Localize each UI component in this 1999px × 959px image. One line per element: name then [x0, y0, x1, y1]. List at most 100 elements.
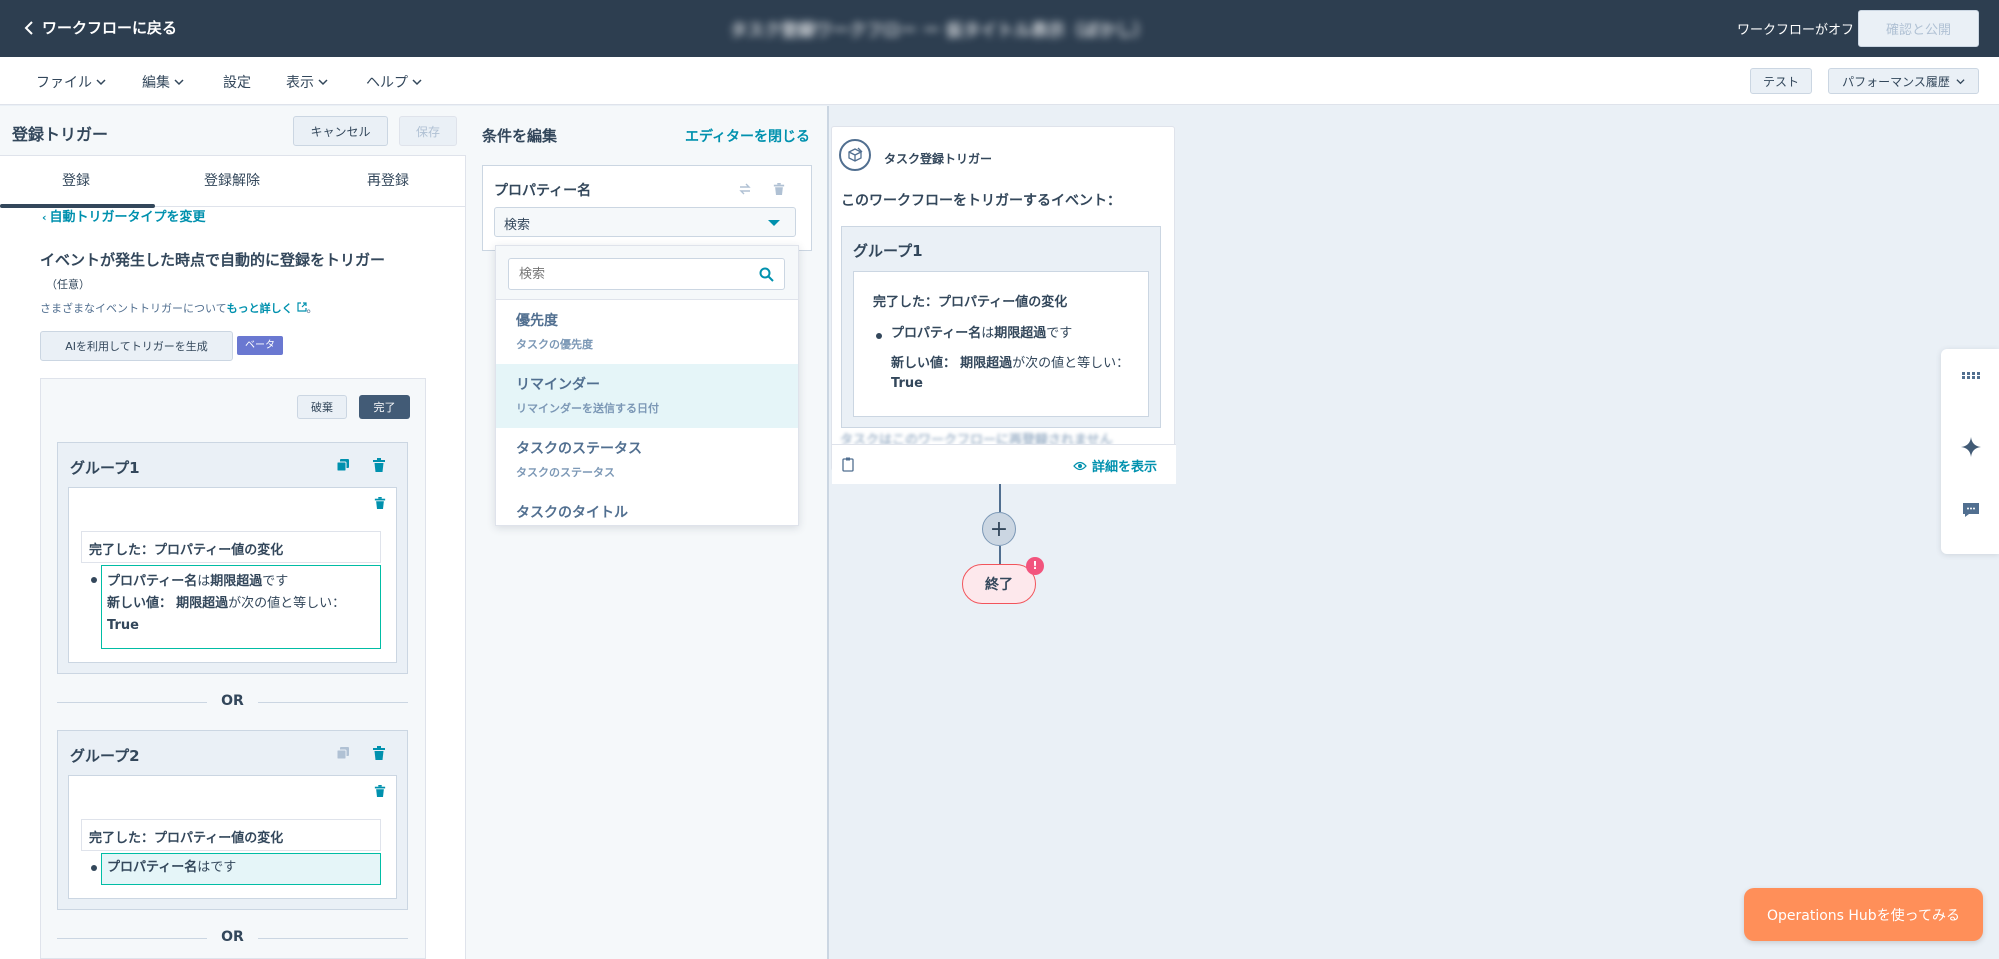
menu-edit[interactable]: 編集 — [142, 72, 184, 92]
plus-icon: + — [989, 516, 1009, 542]
desu-word: です — [1046, 326, 1073, 341]
workflow-status: ワークフローがオフ — [1737, 23, 1855, 38]
view-details-label: 詳細を表示 — [1092, 460, 1158, 475]
dropdown-search-input[interactable] — [508, 258, 785, 290]
trash-icon[interactable] — [773, 182, 785, 196]
trash-icon[interactable] — [374, 496, 386, 510]
condition-detail[interactable]: プロパティー名は期限超過です 新しい値： 期限超過が次の値と等しい： True — [101, 565, 381, 649]
connector-line — [999, 546, 1001, 564]
property-name: プロパティー名 — [107, 860, 198, 875]
bool-value: True — [107, 618, 139, 633]
condition-rest: はです — [197, 860, 237, 875]
back-label: ワークフローに戻る — [42, 19, 178, 37]
swap-icon[interactable] — [738, 182, 752, 196]
dropdown-option[interactable]: タスクのステータス タスクのステータス — [496, 428, 798, 492]
back-to-workflows-link[interactable]: ワークフローに戻る — [22, 17, 177, 38]
review-and-publish-button[interactable]: 確認と公開 — [1858, 10, 1979, 47]
chat-icon[interactable] — [1961, 500, 1981, 520]
generate-trigger-with-ai-button[interactable]: AIを利用してトリガーを生成 — [40, 331, 233, 361]
performance-history-button[interactable]: パフォーマンス履歴 — [1828, 68, 1979, 94]
property-name: プロパティー名 — [107, 574, 198, 589]
or-separator: OR — [57, 928, 408, 948]
property-label: プロパティー名 — [494, 183, 592, 199]
menu-file[interactable]: ファイル — [36, 72, 106, 92]
operations-hub-promo-button[interactable]: Operations Hubを使ってみる — [1744, 888, 1983, 941]
cancel-button[interactable]: キャンセル — [293, 116, 388, 146]
workflow-canvas: タスク登録トリガー このワークフローをトリガーするイベント： グループ1 完了し… — [831, 106, 1999, 959]
beta-badge: ベータ — [237, 336, 283, 355]
chevron-down-icon — [96, 79, 106, 86]
option-title: タスクのタイトル — [516, 505, 628, 521]
condition-title[interactable]: 完了した：プロパティー値の変化 — [81, 819, 381, 851]
test-button[interactable]: テスト — [1750, 68, 1813, 94]
menu-file-label: ファイル — [36, 75, 92, 91]
learn-more-link-label: もっと詳しく — [226, 302, 293, 315]
property-select-value: 検索 — [504, 218, 531, 233]
connector-line — [999, 484, 1001, 512]
dropdown-search-wrap — [496, 246, 798, 300]
property-value: 期限超過 — [994, 326, 1047, 341]
right-side-rail — [1941, 349, 1999, 554]
property-name: プロパティー名 — [891, 326, 982, 341]
chevron-down-icon — [1956, 78, 1965, 84]
trigger-group-1: グループ1 完了した：プロパティー値の変化 プロパティー名は期限超過です 新しい… — [57, 442, 408, 674]
copy-icon[interactable] — [336, 746, 350, 760]
enrollment-trigger-panel: 登録トリガー キャンセル 保存 登録 登録解除 再登録 ‹ 自動トリガータイプを変… — [0, 106, 466, 959]
option-title: 優先度 — [516, 313, 558, 329]
search-icon — [759, 267, 774, 282]
trash-icon[interactable] — [372, 746, 386, 760]
close-editor-link[interactable]: エディターを閉じる — [685, 126, 810, 146]
workflow-title[interactable]: タスク登録ワークフロー ー 仮タイトル表示（ぼかし） — [730, 16, 1150, 41]
grid-icon[interactable] — [1961, 365, 1981, 385]
enrollment-trigger-card[interactable]: タスク登録トリガー このワークフローをトリガーするイベント： グループ1 完了し… — [831, 126, 1176, 484]
sparkle-icon[interactable] — [1961, 437, 1981, 457]
option-title: タスクのステータス — [516, 441, 642, 457]
learn-suffix: 。 — [306, 302, 318, 315]
or-separator: OR — [57, 692, 408, 712]
tab-enroll[interactable]: 登録 — [62, 170, 90, 190]
caret-down-icon — [768, 220, 780, 226]
tab-unenroll[interactable]: 登録解除 — [204, 170, 260, 190]
change-trigger-type-link[interactable]: ‹ 自動トリガータイプを変更 — [42, 206, 206, 225]
eye-icon — [1073, 461, 1087, 470]
is-word: は — [197, 574, 211, 589]
dropdown-option[interactable]: リマインダー リマインダーを送信する日付 — [496, 364, 798, 428]
trash-icon[interactable] — [374, 784, 386, 798]
save-button[interactable]: 保存 — [399, 116, 457, 146]
menu-view[interactable]: 表示 — [286, 72, 328, 92]
end-node[interactable]: 終了 — [962, 564, 1036, 604]
new-value-line: 新しい値： 期限超過が次の値と等しい： True — [891, 354, 1131, 394]
dropdown-option[interactable]: 優先度 タスクの優先度 — [496, 300, 798, 364]
new-value: 期限超過 — [176, 596, 229, 611]
menu-edit-label: 編集 — [142, 75, 170, 91]
property-card: プロパティー名 検索 — [482, 165, 812, 251]
tab-reenroll[interactable]: 再登録 — [367, 170, 409, 190]
bullet — [876, 333, 882, 339]
filter-block: 完了した：プロパティー値の変化 プロパティー名はです — [68, 775, 397, 899]
learn-prefix: さまざまなイベントトリガーについて — [40, 302, 227, 315]
learn-more-link[interactable]: もっと詳しく — [227, 302, 307, 315]
clipboard-icon[interactable] — [842, 457, 854, 472]
or-label: OR — [221, 693, 244, 709]
view-details-link[interactable]: 詳細を表示 — [1073, 456, 1157, 475]
menu-help[interactable]: ヘルプ — [366, 72, 422, 92]
option-subtitle: タスクの優先度 — [516, 338, 593, 351]
change-trigger-type-label: 自動トリガータイプを変更 — [49, 210, 206, 225]
option-title: リマインダー — [516, 377, 600, 393]
menu-settings[interactable]: 設定 — [223, 72, 251, 92]
condition-title[interactable]: 完了した：プロパティー値の変化 — [81, 531, 381, 563]
trigger-subtitle: このワークフローをトリガーするイベント： — [841, 193, 1121, 209]
chevron-down-icon — [412, 79, 422, 86]
add-action-button[interactable]: + — [982, 512, 1016, 546]
chevron-down-icon — [318, 79, 328, 86]
condition-detail[interactable]: プロパティー名はです — [101, 853, 381, 885]
property-value: 期限超過 — [210, 574, 263, 589]
is-word: は — [981, 326, 995, 341]
done-button[interactable]: 完了 — [359, 395, 410, 419]
discard-button[interactable]: 破棄 — [297, 395, 347, 419]
copy-icon[interactable] — [336, 458, 350, 472]
trash-icon[interactable] — [372, 458, 386, 472]
chevron-down-icon — [174, 79, 184, 86]
dropdown-option[interactable]: タスクのタイトル — [496, 492, 798, 525]
property-select[interactable]: 検索 — [494, 207, 796, 237]
